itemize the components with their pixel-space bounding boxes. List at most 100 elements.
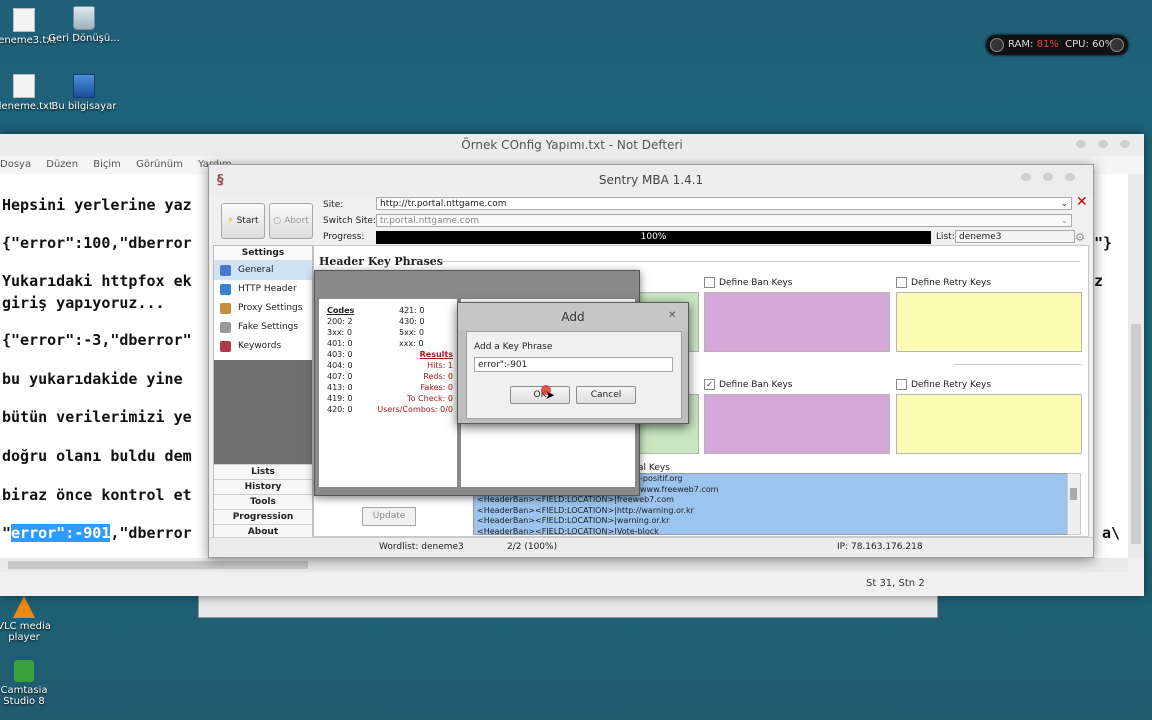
define-retry-keys-2[interactable]: Define Retry Keys [896,379,991,390]
codes-header: Codes [327,306,355,315]
list-item[interactable]: <HeaderBan><FIELD:LOCATION>|warning.or.k… [474,516,1068,527]
list-item[interactable]: <HeaderBan><FIELD:LOCATION>|Vote-block [474,527,1068,535]
system-monitor-gadget: RAM: 81% CPU: 60% [986,35,1128,55]
checkbox[interactable] [896,277,907,288]
nav-item-http-header[interactable]: HTTP Header [214,280,312,299]
lightning-icon: ⚡ [227,216,234,226]
site-input[interactable]: http://tr.portal.nttgame.com ⌄ [376,197,1072,210]
desktop-icon-camtasia[interactable]: Camtasia Studio 8 [0,660,60,707]
scrollbar-thumb[interactable] [1070,488,1077,500]
nav-bottom-group: Lists History Tools Progression About [214,464,312,539]
define-ban-keys-1[interactable]: Define Ban Keys [704,277,793,288]
abort-button[interactable]: ○ Abort [269,203,313,239]
desktop-icon-recycle-bin[interactable]: Geri Dönüşü... [48,6,120,44]
abort-icon: ○ [273,216,282,226]
notepad-statusbar: St 31, Stn 2 [0,572,1144,596]
stat-value: 0 [347,372,353,381]
menu-file[interactable]: Dosya [0,159,31,170]
define-retry-keys-1[interactable]: Define Retry Keys [896,277,991,288]
list-item[interactable]: <HeaderBan><FIELD:LOCATION>|http://warni… [474,506,1068,517]
checkbox[interactable] [896,379,907,390]
ban-keys-box[interactable] [704,292,890,352]
define-ban-keys-2[interactable]: ✓ Define Ban Keys [704,379,793,390]
nav-history[interactable]: History [214,479,312,494]
list-label: List: [936,232,955,242]
text-line: doğru olanı buldu dem [2,447,192,465]
list-item[interactable]: <HeaderBan><FIELD:LOCATION>|freeweb7.com [474,495,1068,506]
nav-item-proxy-settings[interactable]: Proxy Settings [214,299,312,318]
menu-view[interactable]: Görünüm [136,159,183,170]
list-field[interactable]: deneme3 [955,230,1075,243]
minimize-icon[interactable] [1076,140,1086,148]
text-file-icon [13,8,35,32]
close-icon[interactable]: ✕ [1076,194,1088,210]
nav-tools[interactable]: Tools [214,494,312,509]
horizontal-scrollbar[interactable] [0,558,1128,572]
start-button[interactable]: ⚡ Start [221,203,265,239]
list-value: deneme3 [959,232,1002,242]
nav-lists[interactable]: Lists [214,464,312,479]
maximize-icon[interactable] [1098,140,1108,148]
key-phrase-input[interactable]: error":-901 [474,357,673,372]
proxy-icon [220,303,231,314]
minimize-icon[interactable] [1021,173,1031,181]
key-phrase-label: Add a Key Phrase [474,342,553,352]
result-row: Fakes: 0 [420,382,453,393]
close-icon[interactable] [1120,140,1130,148]
result-key: Fakes: [420,383,446,392]
fake-icon [220,322,231,333]
ok-button[interactable]: OK [510,386,570,404]
checkbox[interactable] [704,277,715,288]
scrollbar-thumb[interactable] [8,561,308,569]
result-row: Users/Combos: 0/0 [377,404,453,415]
close-icon[interactable]: ✕ [668,310,676,321]
stat-key: xxx: [399,339,416,348]
progress-fill: 100% [376,231,931,244]
ip-status: IP: 78.163.176.218 [837,542,923,552]
nav-item-fake-settings[interactable]: Fake Settings [214,318,312,337]
desktop-icon-vlc[interactable]: VLC media player [0,596,60,643]
chevron-down-icon[interactable]: ⌄ [1060,198,1068,211]
nav-header-settings[interactable]: Settings [214,246,312,261]
gadget-settings-icon[interactable] [1110,38,1124,52]
text-line: bütün verilerimizi ye [2,408,192,426]
section-title: Header Key Phrases [319,255,443,268]
chevron-down-icon[interactable]: ⌄ [1060,215,1068,228]
nav-item-keywords[interactable]: Keywords [214,337,312,356]
switch-site-input[interactable]: tr.portal.nttgame.com ⌄ [376,214,1072,227]
nav-item-general[interactable]: General [214,261,312,280]
gear-icon[interactable]: ⚙ [1075,231,1085,244]
stat-value: 0 [347,339,353,348]
key-phrase-value: error":-901 [478,360,528,370]
stats-panel: Codes 421: 0 200: 2 430: 0 3xx: 0 5xx: 0 40… [319,299,457,487]
menu-format[interactable]: Biçim [93,159,121,170]
stat-key: 5xx: [399,328,417,337]
stat-row: 420: 0 [327,404,353,415]
desktop-icon-this-pc[interactable]: Bu bilgisayar [48,74,120,112]
stat-row: 413: 0 [327,382,353,393]
stats-titlebar [315,271,639,295]
add-dialog-title: Add [561,310,585,324]
cancel-button[interactable]: Cancel [576,386,636,404]
nav-progression[interactable]: Progression [214,509,312,524]
ban-keys-box-2[interactable] [704,394,890,454]
retry-keys-box-2[interactable] [896,394,1082,454]
stat-value: 0 [419,306,425,315]
recycle-bin-icon [73,6,95,30]
scrollbar-thumb[interactable] [1131,324,1141,544]
stat-key: 404: [327,361,345,370]
retry-keys-box[interactable] [896,292,1082,352]
keys-label-fragment: al Keys [638,463,670,473]
update-button[interactable]: Update [362,507,416,526]
close-icon[interactable] [1065,173,1075,181]
menu-edit[interactable]: Düzen [46,159,78,170]
selected-text: error":-901 [11,524,111,542]
stat-value: 0 [418,339,424,348]
vlc-icon [13,596,35,618]
text-line: Hepsini yerlerine yaz [2,196,192,214]
list-scrollbar[interactable] [1067,473,1081,535]
checkbox-checked[interactable]: ✓ [704,379,715,390]
maximize-icon[interactable] [1043,173,1053,181]
vertical-scrollbar[interactable] [1128,174,1144,558]
switch-site-label: Switch Site: [323,216,376,226]
